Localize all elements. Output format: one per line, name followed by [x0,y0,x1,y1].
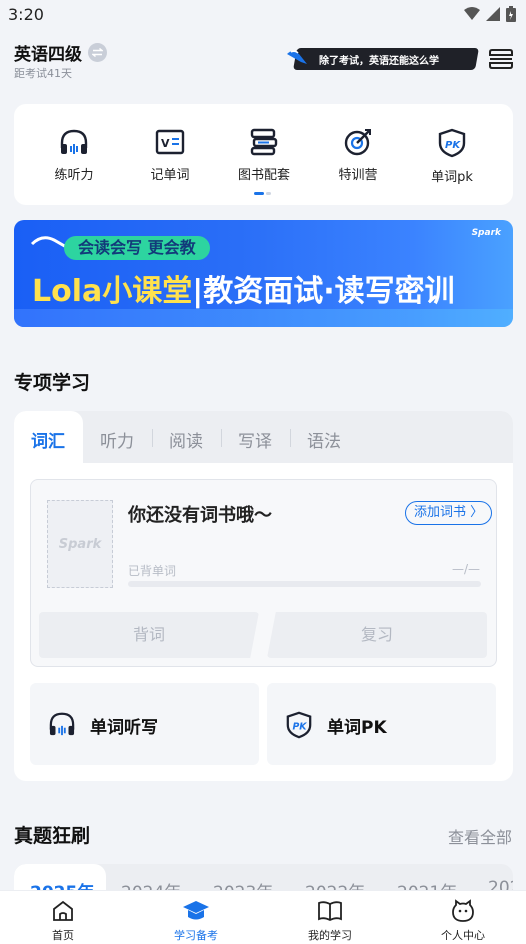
review-button[interactable]: 复习 [267,612,487,658]
shortcut-card: 练听力 V 记单词 图书配套 特训营 PK 单词pk [14,104,513,205]
headphones-icon [60,129,88,154]
shortcut-label: 单词pk [431,170,473,185]
shortcut-vocabulary[interactable]: V 记单词 [130,128,210,183]
nav-label: 我的学习 [308,929,352,942]
feature-label: 单词听写 [90,718,158,738]
bottom-nav: 首页 学习备考 我的学习 个人中心 [0,890,526,944]
tab-vocabulary[interactable]: 词汇 [31,427,65,452]
shortcut-label: 记单词 [150,168,190,183]
no-book-message: 你还没有词书哦〜 [128,505,272,526]
book-cover-placeholder[interactable]: Spark [47,500,113,588]
shortcut-training-camp[interactable]: 特训营 [318,128,398,183]
shortcut-label: 练听力 [54,168,94,183]
banner-tag: 会读会写 更会教 [64,236,210,260]
promo-pill[interactable]: 除了考试，英语还能这么学 [285,46,479,72]
menu-icon[interactable] [488,46,514,72]
pk-shield-icon: PK [438,128,466,158]
nav-home[interactable]: 首页 [23,899,103,943]
wifi-icon [464,7,480,20]
banner-bottom-strip [14,309,513,327]
shortcut-listening[interactable]: 练听力 [34,128,114,183]
svg-text:PK: PK [292,722,307,733]
pk-shield-icon: PK [286,711,312,739]
memorized-progress-bar [128,581,481,587]
shortcut-label: 特训营 [338,168,378,183]
vocabulary-book-icon: V [155,129,185,155]
memorized-label: 已背单词 [128,564,177,578]
tab-grammar[interactable]: 语法 [307,427,341,452]
add-book-button[interactable]: 添加词书 〉 [405,501,493,525]
tab-reading[interactable]: 阅读 [169,427,203,452]
svg-text:PK: PK [445,140,461,151]
word-book-panel: Spark 你还没有词书哦〜 添加词书 〉 已背单词 —/— 背词 复习 [30,479,497,667]
graduation-cap-icon [183,901,209,920]
header: 英语四级 距考试41天 除了考试，英语还能这么学 [0,30,526,90]
svg-text:V: V [161,137,170,150]
tab-writing-translation[interactable]: 写译 [238,427,272,452]
banner-title-rest: |教资面试·读写密训 [192,274,455,309]
feature-label: 单词PK [327,718,387,738]
signal-icon [486,7,500,21]
section-title-special-study: 专项学习 [14,372,91,394]
nav-label: 个人中心 [441,929,485,942]
status-bar: 3:20 [0,0,526,30]
nav-my-learning[interactable]: 我的学习 [290,899,370,943]
nav-profile[interactable]: 个人中心 [423,899,503,943]
banner-title-highlight: Lola小课堂 [32,274,193,309]
nav-study-prep[interactable]: 学习备考 [156,899,236,943]
section-title-past-papers: 真题狂刷 [14,825,91,847]
banner-brand: Spark [471,228,501,238]
cover-brand: Spark [58,536,102,552]
target-icon [344,129,371,156]
books-stack-icon [250,128,278,156]
word-pk-button[interactable]: PK 单词PK [267,683,496,765]
word-dictation-button[interactable]: 单词听写 [30,683,259,765]
banner-title: Lola小课堂|教资面试·读写密训 [32,266,455,310]
nav-label: 学习备考 [174,929,218,942]
status-time: 3:20 [8,5,44,24]
promo-text: 除了考试，英语还能这么学 [319,56,439,67]
swap-icon[interactable] [88,43,107,62]
shortcut-word-pk[interactable]: PK 单词pk [412,128,492,185]
exam-title: 英语四级 [14,45,82,65]
headphones-icon [49,712,75,736]
memorized-value: —/— [451,562,480,576]
exam-selector[interactable]: 英语四级 [14,40,107,65]
shortcut-label: 图书配套 [237,168,290,183]
tab-listening[interactable]: 听力 [100,427,134,452]
home-icon [53,900,73,921]
battery-icon [506,6,516,22]
recite-button[interactable]: 背词 [39,612,259,658]
shortcut-books[interactable]: 图书配套 [224,128,304,183]
open-book-icon [318,901,342,922]
page-indicator [254,192,271,195]
exam-countdown: 距考试41天 [14,67,72,80]
see-all-link[interactable]: 查看全部 [448,824,512,848]
promo-banner[interactable]: 会读会写 更会教 Spark Lola小课堂|教资面试·读写密训 [14,220,513,327]
study-card: 词汇 听力 阅读 写译 语法 Spark 你还没有词书哦〜 添加词书 〉 已背单… [14,411,513,781]
bird-logo-icon [287,50,307,64]
profile-face-icon [452,899,474,922]
status-icons [464,6,516,22]
nav-label: 首页 [52,929,74,942]
